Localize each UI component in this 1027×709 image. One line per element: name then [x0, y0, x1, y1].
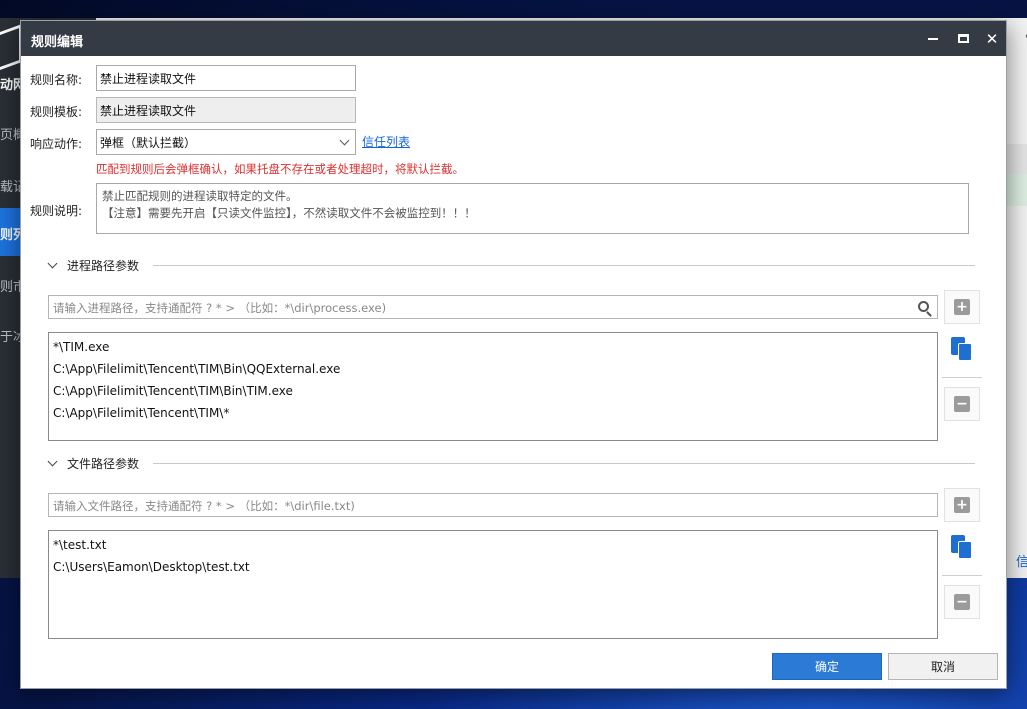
minus-icon: −	[954, 594, 970, 610]
rule-template-label: 规则模板:	[30, 105, 83, 119]
response-action-value: 弹框（默认拦截）	[100, 135, 197, 150]
list-item[interactable]: *\TIM.exe	[53, 336, 933, 358]
plus-icon: +	[954, 299, 970, 315]
rule-name-input[interactable]: 禁止进程读取文件	[96, 65, 356, 91]
paste-process-button[interactable]	[944, 332, 980, 366]
close-button[interactable]: ✕	[977, 21, 1007, 56]
chevron-down-icon	[47, 456, 58, 466]
list-item[interactable]: C:\Users\Eamon\Desktop\test.txt	[53, 556, 933, 578]
background-row	[1007, 144, 1027, 174]
response-action-select[interactable]: 弹框（默认拦截）	[96, 129, 356, 155]
side-divider	[942, 575, 982, 576]
rule-desc-label: 规则说明:	[30, 204, 83, 218]
file-section-header[interactable]: 文件路径参数	[47, 455, 975, 471]
rule-name-label: 规则名称:	[30, 73, 83, 87]
maximize-icon	[957, 34, 969, 43]
paste-icon	[951, 337, 973, 361]
plus-icon: +	[954, 497, 970, 513]
file-path-list[interactable]: *\test.txt C:\Users\Eamon\Desktop\test.t…	[48, 530, 938, 639]
chevron-down-icon	[339, 135, 350, 145]
process-path-input[interactable]: 请输入进程路径，支持通配符 ? * > （比如：*\dir\process.ex…	[48, 295, 938, 319]
minimize-button[interactable]	[918, 21, 948, 56]
add-file-button[interactable]: +	[944, 488, 980, 522]
background-row-highlight	[1007, 174, 1027, 206]
file-section-title: 文件路径参数	[67, 456, 140, 471]
file-path-input[interactable]: 请输入文件路径，支持通配符 ? * > （比如：*\dir\file.txt)	[48, 493, 938, 517]
maximize-button[interactable]	[948, 21, 978, 56]
background-link: 信	[1016, 555, 1027, 570]
paste-icon	[951, 535, 973, 559]
list-item[interactable]: *\test.txt	[53, 534, 933, 556]
remove-file-button[interactable]: −	[944, 585, 980, 619]
trust-list-link[interactable]: 信任列表	[362, 133, 410, 150]
list-item[interactable]: C:\App\Filelimit\Tencent\TIM\Bin\TIM.exe	[53, 380, 933, 402]
process-path-list[interactable]: *\TIM.exe C:\App\Filelimit\Tencent\TIM\B…	[48, 332, 938, 441]
dialog-title: 规则编辑	[31, 35, 84, 50]
process-path-placeholder: 请输入进程路径，支持通配符 ? * > （比如：*\dir\process.ex…	[53, 301, 387, 315]
side-divider	[942, 377, 982, 378]
background-glyph: 〈	[1018, 26, 1027, 45]
cancel-button[interactable]: 取消	[888, 653, 998, 680]
process-section-header[interactable]: 进程路径参数	[47, 257, 975, 273]
response-action-label: 响应动作:	[30, 137, 83, 151]
list-item[interactable]: C:\App\Filelimit\Tencent\TIM\*	[53, 402, 933, 424]
search-icon[interactable]	[918, 301, 929, 312]
add-process-button[interactable]: +	[944, 290, 980, 324]
minus-icon: −	[954, 396, 970, 412]
file-path-placeholder: 请输入文件路径，支持通配符 ? * > （比如：*\dir\file.txt)	[53, 499, 355, 513]
ok-button[interactable]: 确定	[772, 653, 882, 680]
section-divider	[153, 462, 975, 464]
app-logo-icon	[0, 23, 22, 71]
dialog-titlebar[interactable]: 规则编辑 ✕	[21, 21, 1006, 56]
paste-file-button[interactable]	[944, 530, 980, 564]
rule-desc-textarea[interactable]: 禁止匹配规则的进程读取特定的文件。 【注意】需要先开启【只读文件监控】，不然读取…	[96, 183, 969, 234]
chevron-down-icon	[47, 258, 58, 268]
rule-edit-dialog: 规则编辑 ✕ 规则名称: 禁止进程读取文件 规则模板: 禁止进程读取文件 响应动…	[20, 20, 1007, 689]
remove-process-button[interactable]: −	[944, 387, 980, 421]
minimize-icon	[928, 37, 938, 40]
close-icon: ✕	[985, 29, 999, 48]
section-divider	[153, 264, 975, 266]
process-section-title: 进程路径参数	[67, 258, 140, 273]
rule-template-field: 禁止进程读取文件	[96, 97, 356, 123]
list-item[interactable]: C:\App\Filelimit\Tencent\TIM\Bin\QQExter…	[53, 358, 933, 380]
warning-text: 匹配到规则后会弹框确认，如果托盘不存在或者处理超时，将默认拦截。	[96, 162, 464, 176]
